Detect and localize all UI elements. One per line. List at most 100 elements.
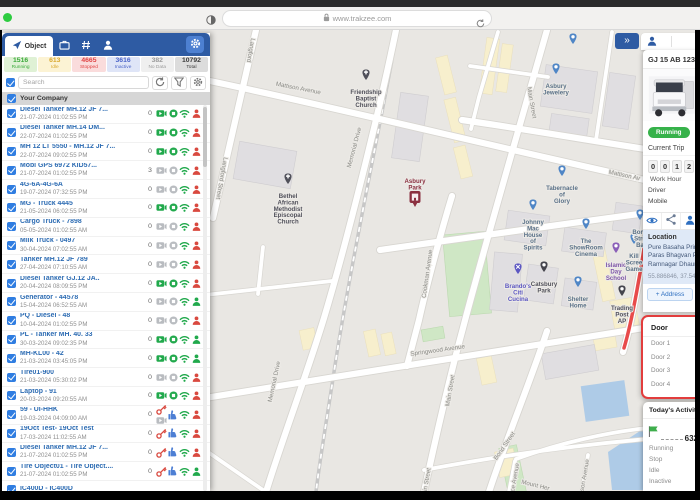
camera-icon[interactable] [156,354,168,363]
vehicle-name[interactable]: Tire01-900 [20,370,144,377]
thumb-icon[interactable] [168,428,180,438]
stop-icon[interactable] [168,166,180,175]
vehicle-row[interactable]: Diesel Tanker MH.12 JF 7... 21-07-2024 0… [2,105,210,124]
door-item[interactable]: Door 1 [643,337,700,351]
camera-icon[interactable] [156,335,168,344]
list-settings-button[interactable] [190,76,206,90]
wifi-icon[interactable] [179,373,191,382]
wifi-icon[interactable] [179,222,191,231]
vehicle-row[interactable]: MG - Truck 4445 21-05-2024 06:02:55 PM 0 [2,199,210,218]
wifi-icon[interactable] [179,128,191,137]
vehicle-name[interactable]: Cargo Truck - 7898 [20,219,144,226]
driver-icon[interactable] [191,410,203,419]
door-item[interactable]: Door 2 [643,351,700,365]
wifi-icon[interactable] [179,260,191,269]
vehicle-row[interactable]: Mobi GPS 6972 KID57... 21-07-2024 01:02:… [2,161,210,180]
driver-icon[interactable] [191,260,203,269]
stop-icon[interactable] [168,260,180,269]
vehicle-checkbox[interactable] [7,429,16,438]
vehicle-name[interactable]: Generator - 44578 [20,295,144,302]
vehicle-checkbox[interactable] [7,203,16,212]
vehicle-row[interactable]: MH 12 LT 5550 - MH.12 JF 7... 22-07-2024… [2,143,210,162]
stop-icon[interactable] [168,297,180,306]
vehicle-row[interactable]: PL - Tanker MH. 40. 33 30-03-2024 09:02:… [2,331,210,350]
contrast-icon[interactable] [206,12,216,30]
vehicle-checkbox[interactable] [7,109,16,118]
wifi-icon[interactable] [179,429,191,438]
vehicle-checkbox[interactable] [7,410,16,419]
tab-grid[interactable] [75,36,97,56]
vehicle-name[interactable]: 4G-6A-4G-6A [20,182,144,189]
camera-icon[interactable] [156,185,168,194]
tab-person[interactable] [97,36,119,56]
camera-icon[interactable] [156,203,168,212]
door-item[interactable]: Door 4 [643,378,700,392]
camera-icon[interactable] [156,147,168,156]
vehicle-checkbox[interactable] [7,448,16,457]
driver-icon[interactable] [191,109,203,118]
vehicle-checkbox[interactable] [7,147,16,156]
key-icon[interactable] [156,428,168,439]
vehicle-checkbox[interactable] [7,467,16,476]
tab-object[interactable]: Object [5,36,53,56]
vehicle-name[interactable]: 19Oct Test- 19Oct Test [20,426,144,433]
thumb-icon[interactable] [168,447,180,457]
search-input[interactable] [18,76,149,89]
vehicle-row[interactable]: Diesel Tanker MH.14 DM... 22-07-2024 01:… [2,124,210,143]
driver-icon[interactable] [191,391,203,400]
add-address-button[interactable]: + Address [647,288,693,301]
stop-icon[interactable] [168,109,180,118]
stop-icon[interactable] [168,354,180,363]
company-checkbox[interactable] [7,94,16,103]
company-group-row[interactable]: Your Company [2,92,210,105]
vehicle-checkbox[interactable] [7,279,16,288]
stat-no-data[interactable]: 382 No Data [141,57,174,72]
stat-stopped[interactable]: 4665 Stopped [72,57,105,72]
wifi-icon[interactable] [179,109,191,118]
sidebar-settings-button[interactable] [186,36,204,53]
stop-icon[interactable] [168,241,180,250]
vehicle-checkbox[interactable] [7,241,16,250]
driver-icon[interactable] [191,354,203,363]
driver-icon[interactable] [191,241,203,250]
panel-collapse-button[interactable]: » [615,33,639,49]
stop-icon[interactable] [168,391,180,400]
vehicle-name[interactable]: Diesel Tanker MH.12 JF 7... [20,445,144,452]
thumb-icon[interactable] [168,466,180,476]
stop-icon[interactable] [168,373,180,382]
vehicle-name[interactable]: MH-KL00 - 42 [20,351,144,358]
driver-icon[interactable] [191,279,203,288]
wifi-icon[interactable] [179,203,191,212]
vehicle-row[interactable]: Tire01-900 21-03-2024 05:30:02 PM 0 [2,368,210,387]
driver-icon[interactable] [191,128,203,137]
stop-icon[interactable] [168,203,180,212]
vehicle-row[interactable]: Milk Truck - 0497 30-04-2024 07:02:55 AM… [2,237,210,256]
wifi-icon[interactable] [179,279,191,288]
vehicle-row[interactable]: PQ - Diesel - 48 10-04-2024 01:02:55 PM … [2,312,210,331]
window-control-dot[interactable] [3,13,12,22]
vehicle-name[interactable]: Laptop - 91 [20,389,144,396]
tab-briefcase[interactable] [53,36,75,56]
key-icon[interactable] [156,466,168,477]
driver-icon[interactable] [191,222,203,231]
key-icon[interactable] [156,447,168,458]
vehicle-row[interactable]: Tire Object01 - Tire Object.... 21-07-20… [2,462,210,481]
vehicle-name[interactable]: MH 12 LT 5550 - MH.12 JF 7... [20,144,144,151]
driver-icon[interactable] [191,203,203,212]
vehicle-checkbox[interactable] [7,391,16,400]
vehicle-row[interactable]: Generator - 44578 15-04-2024 06:52:55 AM… [2,293,210,312]
vehicle-row[interactable]: 59 - UI-HHK 19-03-2024 04:09:00 AM 0 [2,406,210,425]
address-bar[interactable]: www.trakzee.com [222,10,492,27]
driver-icon[interactable] [191,467,203,476]
stop-icon[interactable] [168,222,180,231]
stat-idle[interactable]: 613 Idle [38,57,71,72]
stop-icon[interactable] [168,147,180,156]
stat-total[interactable]: 10792 Total [175,57,208,72]
vehicle-checkbox[interactable] [7,297,16,306]
vehicle-row[interactable]: Laptop - 91 20-03-2024 09:20:55 AM 0 [2,387,210,406]
wifi-icon[interactable] [179,166,191,175]
driver-icon[interactable] [191,147,203,156]
wifi-icon[interactable] [179,297,191,306]
wifi-icon[interactable] [179,467,191,476]
camera-icon[interactable] [156,109,168,118]
